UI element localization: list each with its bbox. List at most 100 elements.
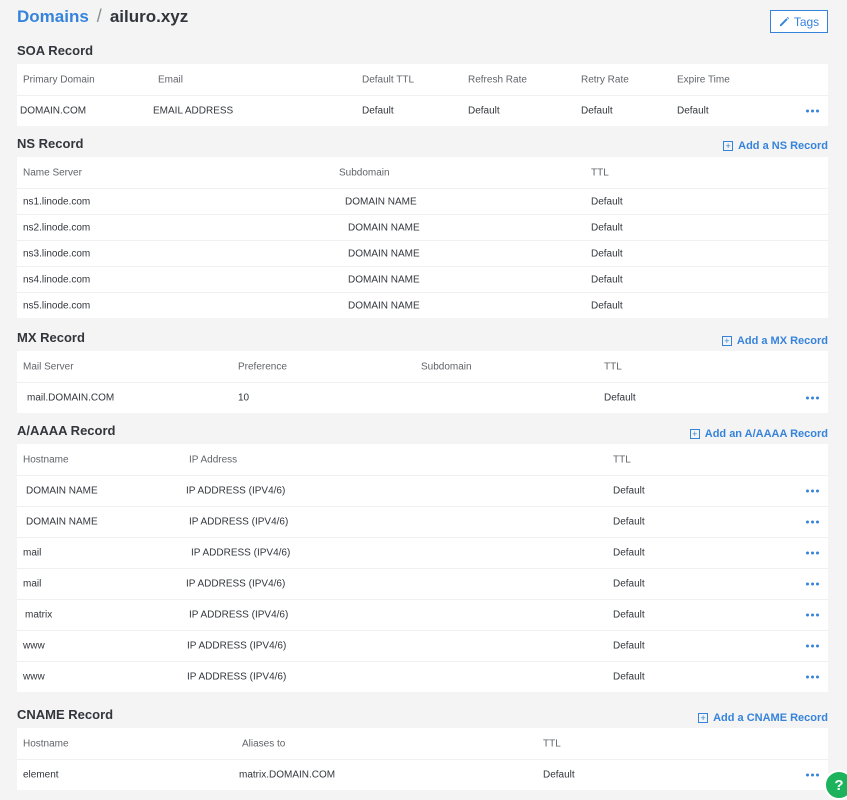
table-cell: DOMAIN NAME <box>348 248 420 259</box>
breadcrumb-domains-link[interactable]: Domains <box>17 7 89 27</box>
table-row: DOMAIN NAME IP ADDRESS (IPV4/6) Default <box>17 506 828 537</box>
add-cname-record-label: Add a CNAME Record <box>713 712 828 724</box>
table-cell: Default <box>591 300 623 311</box>
table-cell: Default <box>604 392 636 404</box>
table-header: Hostname Aliases to TTL <box>17 728 828 759</box>
breadcrumb-separator: / <box>96 6 102 26</box>
add-mx-record-label: Add a MX Record <box>736 335 828 347</box>
table-cell: matrix <box>25 609 53 621</box>
table-cell: Default <box>613 485 645 497</box>
table-cell: DOMAIN NAME <box>26 485 98 497</box>
table-cell: Default <box>613 516 645 528</box>
row-actions-menu[interactable] <box>806 489 819 493</box>
table-cell: www <box>23 671 45 683</box>
column-header: Email <box>158 74 184 85</box>
table-row: www IP ADDRESS (IPV4/6) Default <box>17 661 828 692</box>
table-header: Primary Domain Email Default TTL Refresh… <box>17 64 828 95</box>
table-cell: mail <box>23 578 42 590</box>
table-row: ns4.linode.com DOMAIN NAME Default <box>17 266 828 292</box>
table-cell: IP ADDRESS (IPV4/6) <box>186 485 286 497</box>
table-cell: Default <box>581 105 613 117</box>
column-header: Hostname <box>23 738 69 749</box>
table-row: DOMAIN.COM EMAIL ADDRESS Default Default… <box>17 95 828 126</box>
add-cname-record-button[interactable]: + Add a CNAME Record <box>698 712 828 724</box>
table-cell: element <box>23 769 59 781</box>
table-cell: ns3.linode.com <box>23 248 91 259</box>
table-cell: IP ADDRESS (IPV4/6) <box>189 516 289 528</box>
table-row: DOMAIN NAME IP ADDRESS (IPV4/6) Default <box>17 475 828 506</box>
column-header: Name Server <box>23 167 82 178</box>
table-cell: DOMAIN NAME <box>348 274 420 285</box>
tags-button[interactable]: Tags <box>770 10 828 33</box>
plus-icon: + <box>689 429 700 439</box>
table-cell: DOMAIN NAME <box>345 196 417 207</box>
column-header: Default TTL <box>362 74 415 85</box>
row-actions-menu[interactable] <box>806 675 819 679</box>
table-cell: Default <box>613 547 645 559</box>
table-cell: Default <box>591 222 623 233</box>
table-cell: Default <box>591 196 623 207</box>
table-row: mail IP ADDRESS (IPV4/6) Default <box>17 568 828 599</box>
table-row: mail.DOMAIN.COM 10 Default <box>17 382 828 413</box>
column-header: Aliases to <box>242 738 286 749</box>
plus-icon: + <box>698 713 709 723</box>
table-cell: mail.DOMAIN.COM <box>27 392 115 404</box>
tags-button-label: Tags <box>793 14 820 29</box>
table-cell: Default <box>591 248 623 259</box>
table-row: ns1.linode.com DOMAIN NAME Default <box>17 188 828 214</box>
plus-icon: + <box>723 141 734 151</box>
row-actions-menu[interactable] <box>806 613 819 617</box>
column-header: TTL <box>604 361 622 372</box>
add-ns-record-button[interactable]: + Add a NS Record <box>723 140 828 152</box>
table-cell: EMAIL ADDRESS <box>153 105 234 117</box>
table-cell: mail <box>23 547 42 559</box>
column-header: Refresh Rate <box>468 74 527 85</box>
row-actions-menu[interactable] <box>806 396 819 400</box>
column-header: TTL <box>613 454 631 465</box>
table-cell: Default <box>613 671 645 683</box>
table-cell: Default <box>362 105 394 117</box>
cname-record-title: CNAME Record <box>17 707 114 722</box>
table-row: ns3.linode.com DOMAIN NAME Default <box>17 240 828 266</box>
pencil-icon <box>779 16 789 27</box>
soa-record-table: Primary Domain Email Default TTL Refresh… <box>17 64 828 126</box>
ns-record-table: Name Server Subdomain TTL ns1.linode.com… <box>17 157 828 318</box>
table-cell: Default <box>677 105 709 117</box>
row-actions-menu[interactable] <box>806 644 819 648</box>
table-cell: ns1.linode.com <box>23 196 91 207</box>
row-actions-menu[interactable] <box>806 520 819 524</box>
row-actions-menu[interactable] <box>806 551 819 555</box>
column-header: Retry Rate <box>581 74 629 85</box>
plus-icon: + <box>721 336 732 346</box>
add-ns-record-label: Add a NS Record <box>738 140 828 152</box>
mx-record-table: Mail Server Preference Subdomain TTL mai… <box>17 351 828 413</box>
row-actions-menu[interactable] <box>806 773 819 777</box>
page-title: ailuro.xyz <box>109 7 189 26</box>
column-header: Hostname <box>23 454 69 465</box>
row-actions-menu[interactable] <box>806 109 819 113</box>
table-cell: ns4.linode.com <box>23 274 91 285</box>
column-header: TTL <box>543 738 561 749</box>
table-cell: DOMAIN NAME <box>26 516 98 528</box>
add-mx-record-button[interactable]: + Add a MX Record <box>721 335 828 347</box>
table-cell: DOMAIN NAME <box>348 300 420 311</box>
table-cell: Default <box>613 640 645 652</box>
table-row: ns5.linode.com DOMAIN NAME Default <box>17 292 828 318</box>
row-actions-menu[interactable] <box>806 582 819 586</box>
add-a-record-button[interactable]: + Add an A/AAAA Record <box>689 428 828 440</box>
table-cell: Default <box>613 578 645 590</box>
table-row: matrix IP ADDRESS (IPV4/6) Default <box>17 599 828 630</box>
breadcrumb: Domains / ailuro.xyz <box>17 6 188 27</box>
table-header: Hostname IP Address TTL <box>17 444 828 475</box>
column-header: TTL <box>591 167 609 178</box>
column-header: Primary Domain <box>23 74 95 85</box>
table-cell: Default <box>543 769 575 781</box>
table-row: ns2.linode.com DOMAIN NAME Default <box>17 214 828 240</box>
column-header: Preference <box>238 361 287 372</box>
help-icon[interactable]: ? <box>824 770 847 800</box>
table-cell: IP ADDRESS (IPV4/6) <box>186 578 286 590</box>
mx-record-title: MX Record <box>17 330 85 345</box>
column-header: Expire Time <box>677 74 730 85</box>
a-record-title: A/AAAA Record <box>17 423 116 438</box>
column-header: Subdomain <box>339 167 390 178</box>
